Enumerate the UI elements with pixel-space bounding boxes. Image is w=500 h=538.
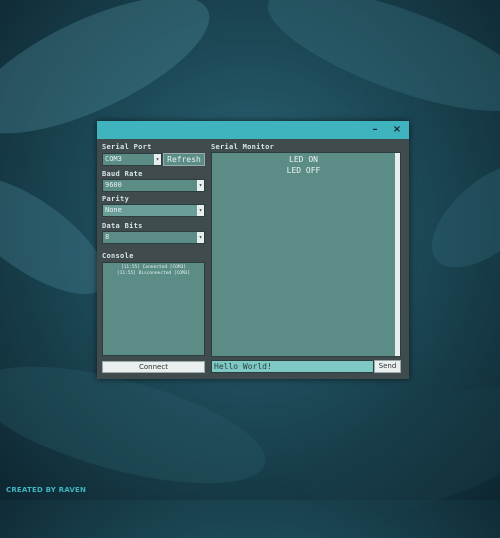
console-output[interactable]: [11:55] Connected [COM3] [11:55] Disconn… xyxy=(102,262,205,356)
parity-select[interactable]: None ▾ xyxy=(102,204,205,217)
data-bits-value: 8 xyxy=(105,233,110,241)
parity-label: Parity xyxy=(102,195,130,203)
parity-value: None xyxy=(105,206,122,214)
chevron-down-icon: ▾ xyxy=(154,154,161,165)
console-label: Console xyxy=(102,252,134,260)
send-button[interactable]: Send xyxy=(374,360,401,373)
close-icon[interactable]: × xyxy=(387,121,407,139)
send-message-input[interactable]: Hello World! xyxy=(211,360,374,373)
brush-stroke xyxy=(413,143,500,287)
minimize-icon[interactable]: – xyxy=(365,121,385,139)
console-line: [11:55] Disconnected [COM3] xyxy=(116,271,191,276)
baud-rate-value: 9600 xyxy=(105,181,122,189)
serial-port-select[interactable]: COM3 ▾ xyxy=(102,153,162,166)
refresh-button[interactable]: Refresh xyxy=(163,153,205,166)
monitor-scrollbar[interactable] xyxy=(395,153,400,356)
baud-rate-select[interactable]: 9600 ▾ xyxy=(102,179,205,192)
chevron-down-icon: ▾ xyxy=(197,180,204,191)
data-bits-select[interactable]: 8 ▾ xyxy=(102,231,205,244)
app-window: – × Serial Port COM3 ▾ Refresh Baud Rate… xyxy=(97,121,409,379)
serial-port-value: COM3 xyxy=(105,155,122,163)
serial-monitor-label: Serial Monitor xyxy=(211,143,275,151)
brush-stroke xyxy=(290,362,500,538)
data-bits-label: Data Bits xyxy=(102,222,143,230)
connect-button[interactable]: Connect xyxy=(102,361,205,373)
credit-text: CREATED BY RAVEN xyxy=(6,486,87,494)
serial-port-label: Serial Port xyxy=(102,143,152,151)
baud-rate-label: Baud Rate xyxy=(102,170,143,178)
brush-stroke xyxy=(254,0,500,136)
chevron-down-icon: ▾ xyxy=(197,232,204,243)
chevron-down-icon: ▾ xyxy=(197,205,204,216)
title-bar[interactable]: – × xyxy=(97,121,409,139)
monitor-line: LED OFF xyxy=(286,166,321,175)
monitor-line: LED ON xyxy=(289,155,318,164)
serial-monitor-output[interactable]: LED ON LED OFF xyxy=(211,152,401,357)
